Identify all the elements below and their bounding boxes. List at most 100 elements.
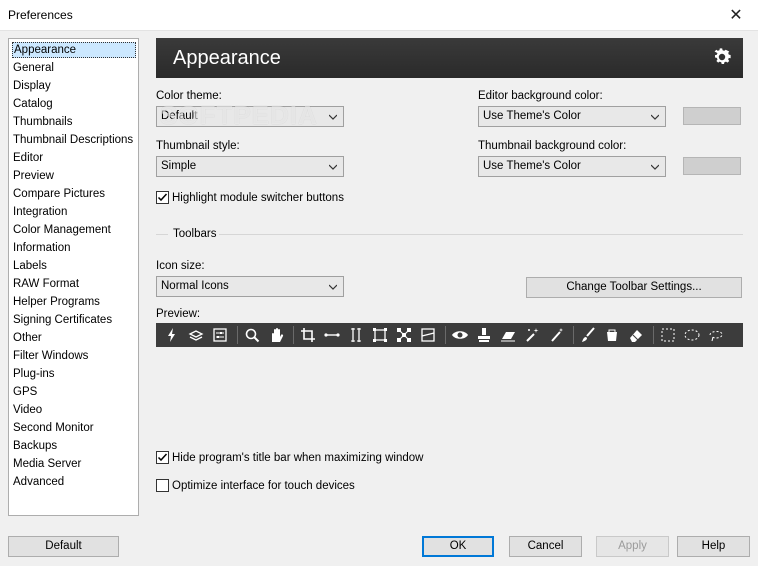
highlight-switcher-label[interactable]: Highlight module switcher buttons xyxy=(172,192,344,204)
layers-icon xyxy=(188,330,204,341)
section-title: Appearance xyxy=(173,47,281,69)
horizontal-line-icon xyxy=(324,333,340,337)
toolbar-separator xyxy=(653,326,654,344)
toolbar-separator xyxy=(445,326,446,344)
editor-bg-swatch[interactable] xyxy=(683,107,741,125)
sidebar-item-plug-ins[interactable]: Plug-ins xyxy=(12,366,58,382)
eraser-icon xyxy=(630,330,642,342)
eye-icon xyxy=(452,331,468,339)
thumbnail-style-label: Thumbnail style: xyxy=(156,140,240,152)
rect-select-icon xyxy=(661,328,675,342)
sidebar-item-other[interactable]: Other xyxy=(12,330,45,346)
retouch-icon xyxy=(526,328,539,342)
hand-icon xyxy=(272,328,284,342)
title-bar: Preferences ✕ xyxy=(0,0,758,31)
sidebar-item-labels[interactable]: Labels xyxy=(12,258,50,274)
ellipse-select-icon xyxy=(684,329,700,341)
bucket-icon xyxy=(607,329,617,341)
apply-button[interactable]: Apply xyxy=(596,536,669,557)
sidebar-item-thumbnail-descriptions[interactable]: Thumbnail Descriptions xyxy=(12,132,136,148)
sidebar-item-advanced[interactable]: Advanced xyxy=(12,474,67,490)
chevron-down-icon xyxy=(329,114,337,120)
thumbnail-bg-select[interactable]: Use Theme's Color xyxy=(478,156,666,177)
toolbar-preview xyxy=(156,323,743,347)
thumbnail-style-value: Simple xyxy=(161,160,197,172)
eraser-block-icon xyxy=(501,332,515,342)
divider xyxy=(219,234,743,235)
window-title: Preferences xyxy=(8,8,73,22)
chevron-down-icon xyxy=(651,164,659,170)
brush-sparkle-icon xyxy=(551,328,563,342)
resize-icon xyxy=(373,328,387,342)
sidebar-item-integration[interactable]: Integration xyxy=(12,204,70,220)
thumbnail-style-select[interactable]: Simple xyxy=(156,156,344,177)
paint-brush-icon xyxy=(582,327,595,342)
help-button[interactable]: Help xyxy=(677,536,750,557)
preview-label: Preview: xyxy=(156,308,201,320)
checkmark-icon xyxy=(157,193,168,202)
sidebar-item-thumbnails[interactable]: Thumbnails xyxy=(12,114,75,130)
vertical-line-icon xyxy=(351,328,361,342)
sidebar-item-media-server[interactable]: Media Server xyxy=(12,456,84,472)
touch-optimize-label[interactable]: Optimize interface for touch devices xyxy=(172,480,355,492)
split-icon xyxy=(421,328,435,342)
sidebar-item-display[interactable]: Display xyxy=(12,78,54,94)
default-button[interactable]: Default xyxy=(8,536,119,557)
thumbnail-bg-swatch[interactable] xyxy=(683,157,741,175)
toolbar-separator xyxy=(573,326,574,344)
chevron-down-icon xyxy=(329,284,337,290)
sidebar-item-information[interactable]: Information xyxy=(12,240,74,256)
cancel-button[interactable]: Cancel xyxy=(509,536,582,557)
sidebar-item-appearance[interactable]: Appearance xyxy=(12,42,136,58)
transform-icon xyxy=(397,328,411,342)
toolbar-separator xyxy=(237,326,238,344)
thumbnail-bg-value: Use Theme's Color xyxy=(483,160,581,172)
stamp-icon xyxy=(478,328,490,342)
toolbars-section-label: Toolbars xyxy=(173,228,217,240)
sidebar-item-editor[interactable]: Editor xyxy=(12,150,46,166)
sidebar-item-gps[interactable]: GPS xyxy=(12,384,40,400)
adjust-panel-icon xyxy=(213,328,227,342)
sidebar-item-raw-format[interactable]: RAW Format xyxy=(12,276,82,292)
chevron-down-icon xyxy=(329,164,337,170)
highlight-switcher-checkbox[interactable] xyxy=(156,191,169,204)
change-toolbar-settings-button[interactable]: Change Toolbar Settings... xyxy=(526,277,742,298)
sidebar-item-general[interactable]: General xyxy=(12,60,57,76)
sidebar-item-helper-programs[interactable]: Helper Programs xyxy=(12,294,103,310)
zoom-icon xyxy=(245,328,260,343)
sidebar-item-preview[interactable]: Preview xyxy=(12,168,57,184)
lasso-icon xyxy=(709,331,723,342)
toolbar-separator xyxy=(293,326,294,344)
hide-title-bar-label[interactable]: Hide program's title bar when maximizing… xyxy=(172,452,423,464)
touch-optimize-checkbox[interactable] xyxy=(156,479,169,492)
close-icon[interactable]: ✕ xyxy=(714,0,758,31)
gear-icon[interactable] xyxy=(711,46,733,68)
section-header: Appearance xyxy=(156,38,743,78)
color-theme-select[interactable]: Default xyxy=(156,106,344,127)
ok-button[interactable]: OK xyxy=(422,536,494,557)
flash-icon xyxy=(168,328,175,342)
icon-size-value: Normal Icons xyxy=(161,280,229,292)
sidebar-item-catalog[interactable]: Catalog xyxy=(12,96,56,112)
sidebar-item-signing-certificates[interactable]: Signing Certificates xyxy=(12,312,115,328)
crop-icon xyxy=(301,328,315,342)
editor-bg-select[interactable]: Use Theme's Color xyxy=(478,106,666,127)
sidebar-item-second-monitor[interactable]: Second Monitor xyxy=(12,420,97,436)
sidebar-item-compare-pictures[interactable]: Compare Pictures xyxy=(12,186,108,202)
hide-title-bar-checkbox[interactable] xyxy=(156,451,169,464)
icon-size-select[interactable]: Normal Icons xyxy=(156,276,344,297)
divider xyxy=(156,234,168,235)
sidebar-item-filter-windows[interactable]: Filter Windows xyxy=(12,348,91,364)
editor-bg-value: Use Theme's Color xyxy=(483,110,581,122)
sidebar-item-backups[interactable]: Backups xyxy=(12,438,60,454)
color-theme-value: Default xyxy=(161,110,198,122)
icon-size-label: Icon size: xyxy=(156,260,205,272)
color-theme-label: Color theme: xyxy=(156,90,222,102)
preferences-category-list[interactable]: Appearance General Display Catalog Thumbnail… xyxy=(8,38,139,516)
sidebar-item-video[interactable]: Video xyxy=(12,402,45,418)
chevron-down-icon xyxy=(651,114,659,120)
sidebar-item-color-management[interactable]: Color Management xyxy=(12,222,114,238)
editor-bg-label: Editor background color: xyxy=(478,90,603,102)
thumbnail-bg-label: Thumbnail background color: xyxy=(478,140,627,152)
checkmark-icon xyxy=(157,453,168,462)
